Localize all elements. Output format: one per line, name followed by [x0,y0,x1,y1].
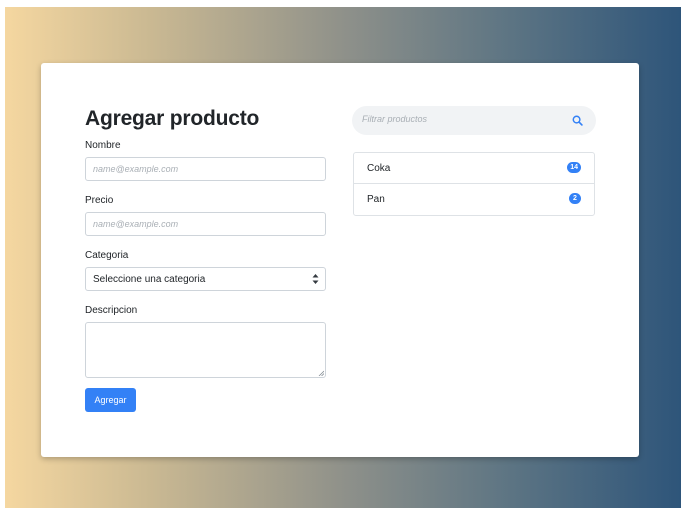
categoria-select[interactable]: Seleccione una categoria [85,267,326,291]
list-item[interactable]: Pan 2 [354,184,594,215]
product-card: Agregar producto Nombre Precio Categoria… [41,63,639,457]
resize-grip-icon[interactable] [318,370,324,376]
product-list: Coka 14 Pan 2 [353,152,595,216]
list-item[interactable]: Coka 14 [354,153,594,184]
search-bar[interactable]: Filtrar productos [352,106,596,135]
count-badge: 2 [569,193,581,204]
page-title: Agregar producto [85,107,260,130]
product-name: Pan [367,194,385,205]
precio-label: Precio [85,195,114,206]
precio-field[interactable] [85,212,326,236]
select-arrows-icon [312,274,319,284]
categoria-label: Categoria [85,250,129,261]
agregar-button[interactable]: Agregar [85,388,136,412]
categoria-selected-value: Seleccione una categoria [93,274,206,285]
descripcion-label: Descripcion [85,305,138,316]
descripcion-textarea[interactable] [85,322,326,378]
search-input[interactable]: Filtrar productos [362,114,552,124]
product-name: Coka [367,163,391,174]
search-icon[interactable] [572,115,583,126]
count-badge: 14 [567,162,581,173]
nombre-label: Nombre [85,140,121,151]
nombre-field[interactable] [85,157,326,181]
